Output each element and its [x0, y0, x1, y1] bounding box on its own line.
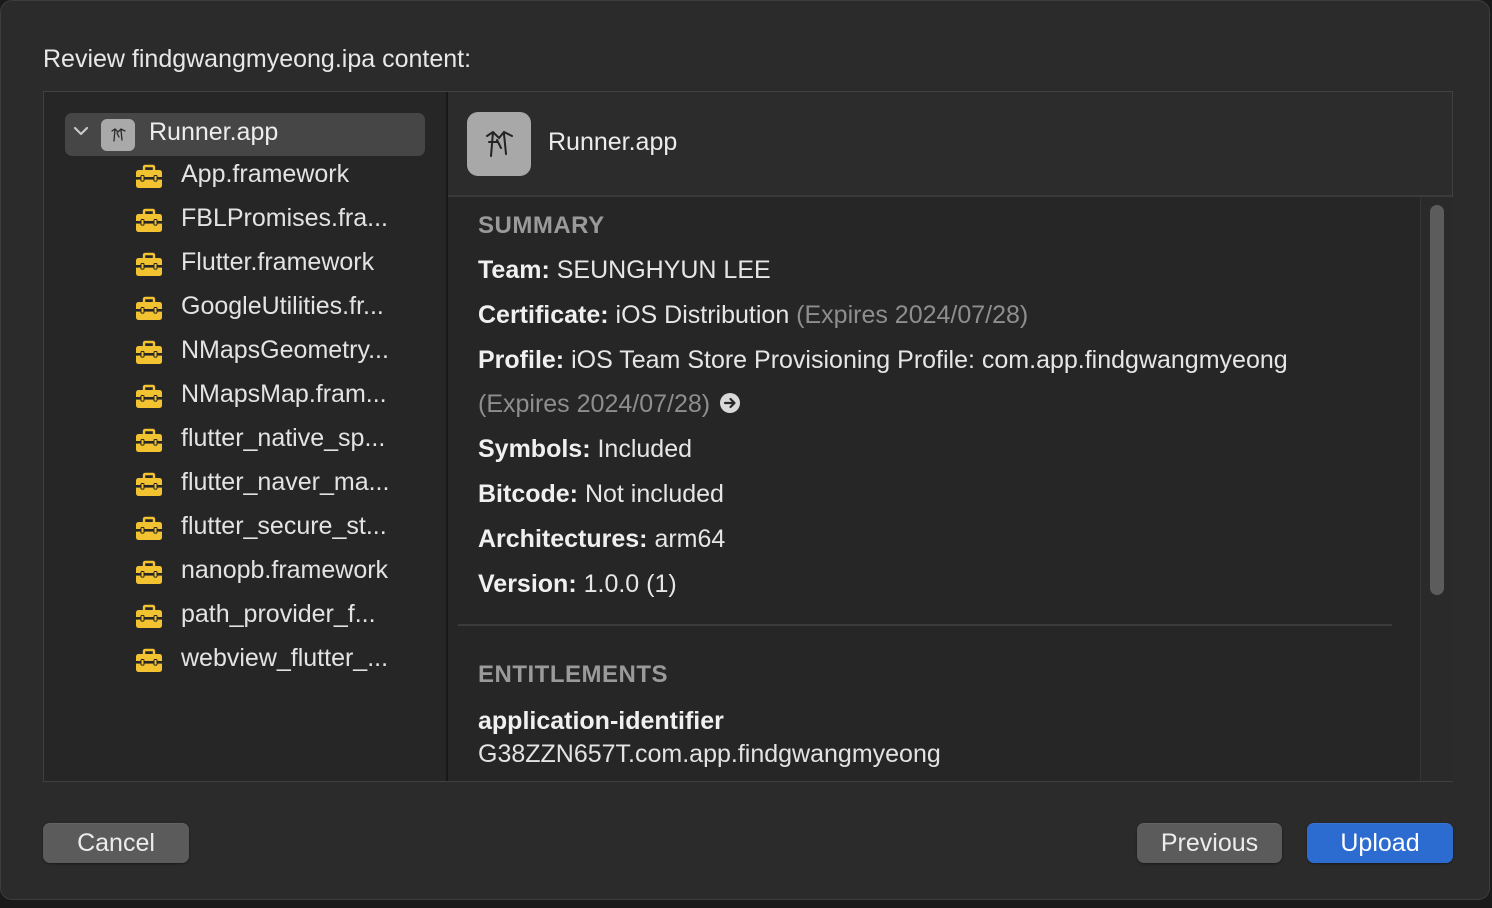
tree-item-framework[interactable]: FBLPromises.fra...	[134, 200, 434, 244]
framework-toolbox-icon	[134, 296, 164, 322]
framework-toolbox-icon	[134, 604, 164, 630]
tree-item-label: FBLPromises.fra...	[181, 204, 388, 232]
team-label: Team:	[478, 256, 550, 284]
symbols-value: Included	[597, 435, 693, 463]
tree-item-framework[interactable]: webview_flutter_...	[134, 640, 434, 684]
tree-item-label: flutter_native_sp...	[181, 424, 386, 452]
version-label: Version:	[478, 570, 577, 598]
bundle-tree-sidebar: Runner.app App.framework FBLPromises.fra.…	[44, 92, 448, 781]
summary-heading: SUMMARY	[478, 212, 605, 239]
profile-value: iOS Team Store Provisioning Profile: com…	[571, 346, 1288, 374]
tree-item-label: flutter_secure_st...	[181, 512, 387, 540]
app-icon	[101, 119, 135, 151]
profile-row: Profile: iOS Team Store Provisioning Pro…	[478, 346, 1288, 375]
framework-toolbox-icon	[134, 560, 164, 586]
profile-label: Profile:	[478, 346, 565, 374]
tree-item-framework[interactable]: NMapsMap.fram...	[134, 376, 434, 420]
symbols-row: Symbols: Included	[478, 435, 692, 464]
bitcode-label: Bitcode:	[478, 480, 578, 508]
tree-item-framework[interactable]: nanopb.framework	[134, 552, 434, 596]
selected-item-name: Runner.app	[548, 128, 678, 156]
profile-expiry-row: (Expires 2024/07/28)	[478, 390, 741, 419]
entitlement-value: G38ZZN657T.com.app.findgwangmyeong	[478, 740, 941, 768]
architectures-row: Architectures: arm64	[478, 525, 725, 554]
cancel-button[interactable]: Cancel	[43, 823, 189, 863]
tree-item-framework[interactable]: App.framework	[134, 156, 434, 200]
framework-toolbox-icon	[134, 472, 164, 498]
chevron-down-icon[interactable]	[71, 121, 91, 141]
scrollbar-thumb[interactable]	[1430, 205, 1444, 595]
certificate-value: iOS Distribution	[615, 301, 790, 329]
framework-toolbox-icon	[134, 208, 164, 234]
tree-item-framework[interactable]: path_provider_f...	[134, 596, 434, 640]
certificate-expiry: (Expires 2024/07/28)	[796, 301, 1029, 329]
bitcode-row: Bitcode: Not included	[478, 480, 724, 509]
arrow-right-circle-icon[interactable]	[720, 393, 741, 413]
framework-toolbox-icon	[134, 428, 164, 454]
framework-toolbox-icon	[134, 384, 164, 410]
tree-item-framework[interactable]: flutter_secure_st...	[134, 508, 434, 552]
certificate-row: Certificate: iOS Distribution (Expires 2…	[478, 301, 1028, 330]
entitlement-key: application-identifier	[478, 707, 724, 735]
tree-item-runner-app[interactable]: Runner.app	[65, 113, 425, 156]
review-dialog: Review findgwangmyeong.ipa content: Runn…	[0, 0, 1490, 900]
tree-item-label: Flutter.framework	[181, 248, 375, 276]
tree-item-framework[interactable]: flutter_native_sp...	[134, 420, 434, 464]
detail-body: SUMMARY Team: SEUNGHYUN LEE Certificate:…	[448, 197, 1420, 781]
framework-toolbox-icon	[134, 648, 164, 674]
detail-scrollbar[interactable]	[1420, 197, 1453, 781]
tree-item-label: path_provider_f...	[181, 600, 376, 628]
detail-header: Runner.app	[448, 92, 1452, 197]
framework-toolbox-icon	[134, 340, 164, 366]
tree-item-label: GoogleUtilities.fr...	[181, 292, 384, 320]
section-divider	[458, 624, 1392, 626]
entitlements-heading: ENTITLEMENTS	[478, 661, 668, 688]
tree-item-label: nanopb.framework	[181, 556, 389, 584]
certificate-label: Certificate:	[478, 301, 609, 329]
tree-item-label: Runner.app	[149, 118, 279, 146]
tree-item-label: flutter_naver_ma...	[181, 468, 390, 496]
team-value: SEUNGHYUN LEE	[556, 256, 771, 284]
team-row: Team: SEUNGHYUN LEE	[478, 256, 771, 285]
profile-expiry: (Expires 2024/07/28)	[478, 390, 711, 418]
architectures-value: arm64	[654, 525, 726, 553]
content-panel: Runner.app App.framework FBLPromises.fra.…	[43, 91, 1453, 782]
version-row: Version: 1.0.0 (1)	[478, 570, 677, 599]
tree-item-label: webview_flutter_...	[181, 644, 389, 672]
tree-item-label: NMapsMap.fram...	[181, 380, 387, 408]
architectures-label: Architectures:	[478, 525, 648, 553]
tree-item-framework[interactable]: Flutter.framework	[134, 244, 434, 288]
tree-item-framework[interactable]: GoogleUtilities.fr...	[134, 288, 434, 332]
upload-button[interactable]: Upload	[1307, 823, 1453, 863]
bitcode-value: Not included	[584, 480, 724, 508]
tree-item-framework[interactable]: NMapsGeometry...	[134, 332, 434, 376]
framework-toolbox-icon	[134, 164, 164, 190]
tree-item-framework[interactable]: flutter_naver_ma...	[134, 464, 434, 508]
tree-item-label: NMapsGeometry...	[181, 336, 389, 364]
version-value: 1.0.0 (1)	[583, 570, 677, 598]
framework-toolbox-icon	[134, 252, 164, 278]
dialog-title: Review findgwangmyeong.ipa content:	[43, 45, 472, 73]
previous-button[interactable]: Previous	[1137, 823, 1282, 863]
app-icon	[467, 112, 531, 176]
symbols-label: Symbols:	[478, 435, 591, 463]
tree-item-label: App.framework	[181, 160, 350, 188]
framework-toolbox-icon	[134, 516, 164, 542]
